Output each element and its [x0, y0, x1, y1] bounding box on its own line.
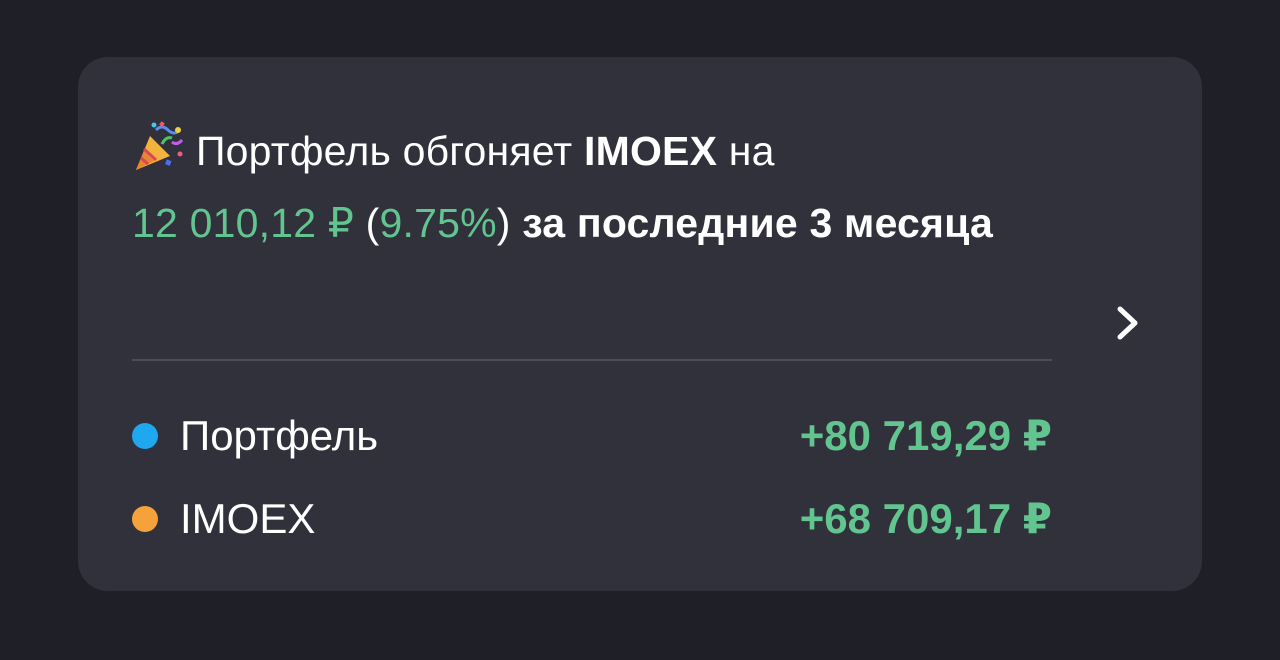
portfolio-row: Портфель +80 719,29 ₽	[132, 406, 1052, 466]
headline-percent-close: )	[496, 200, 511, 246]
imoex-label: IMOEX	[180, 495, 316, 542]
headline-text-1: Портфель обгоняет	[196, 128, 584, 174]
comparison-headline: Портфель обгоняет IMOEX на 12 010,12 ₽ (9…	[132, 115, 1032, 259]
divider	[132, 359, 1052, 361]
chevron-right-icon[interactable]	[1108, 303, 1148, 343]
portfolio-value: +80 719,29 ₽	[799, 412, 1052, 459]
portfolio-comparison-card[interactable]: Портфель обгоняет IMOEX на 12 010,12 ₽ (9…	[78, 57, 1202, 591]
party-popper-icon	[136, 121, 184, 170]
portfolio-label: Портфель	[180, 412, 379, 459]
headline-period: за последние 3 месяца	[510, 200, 994, 246]
headline-index-name: IMOEX	[584, 128, 718, 174]
imoex-value: +68 709,17 ₽	[799, 495, 1052, 542]
headline-percent-open: (	[354, 200, 380, 246]
headline-percent: 9.75%	[379, 200, 497, 246]
headline-diff-amount: 12 010,12 ₽	[132, 200, 355, 246]
headline-text-2: на	[717, 128, 775, 174]
imoex-legend-dot	[132, 506, 158, 532]
imoex-row: IMOEX +68 709,17 ₽	[132, 489, 1052, 549]
portfolio-legend-dot	[132, 423, 158, 449]
